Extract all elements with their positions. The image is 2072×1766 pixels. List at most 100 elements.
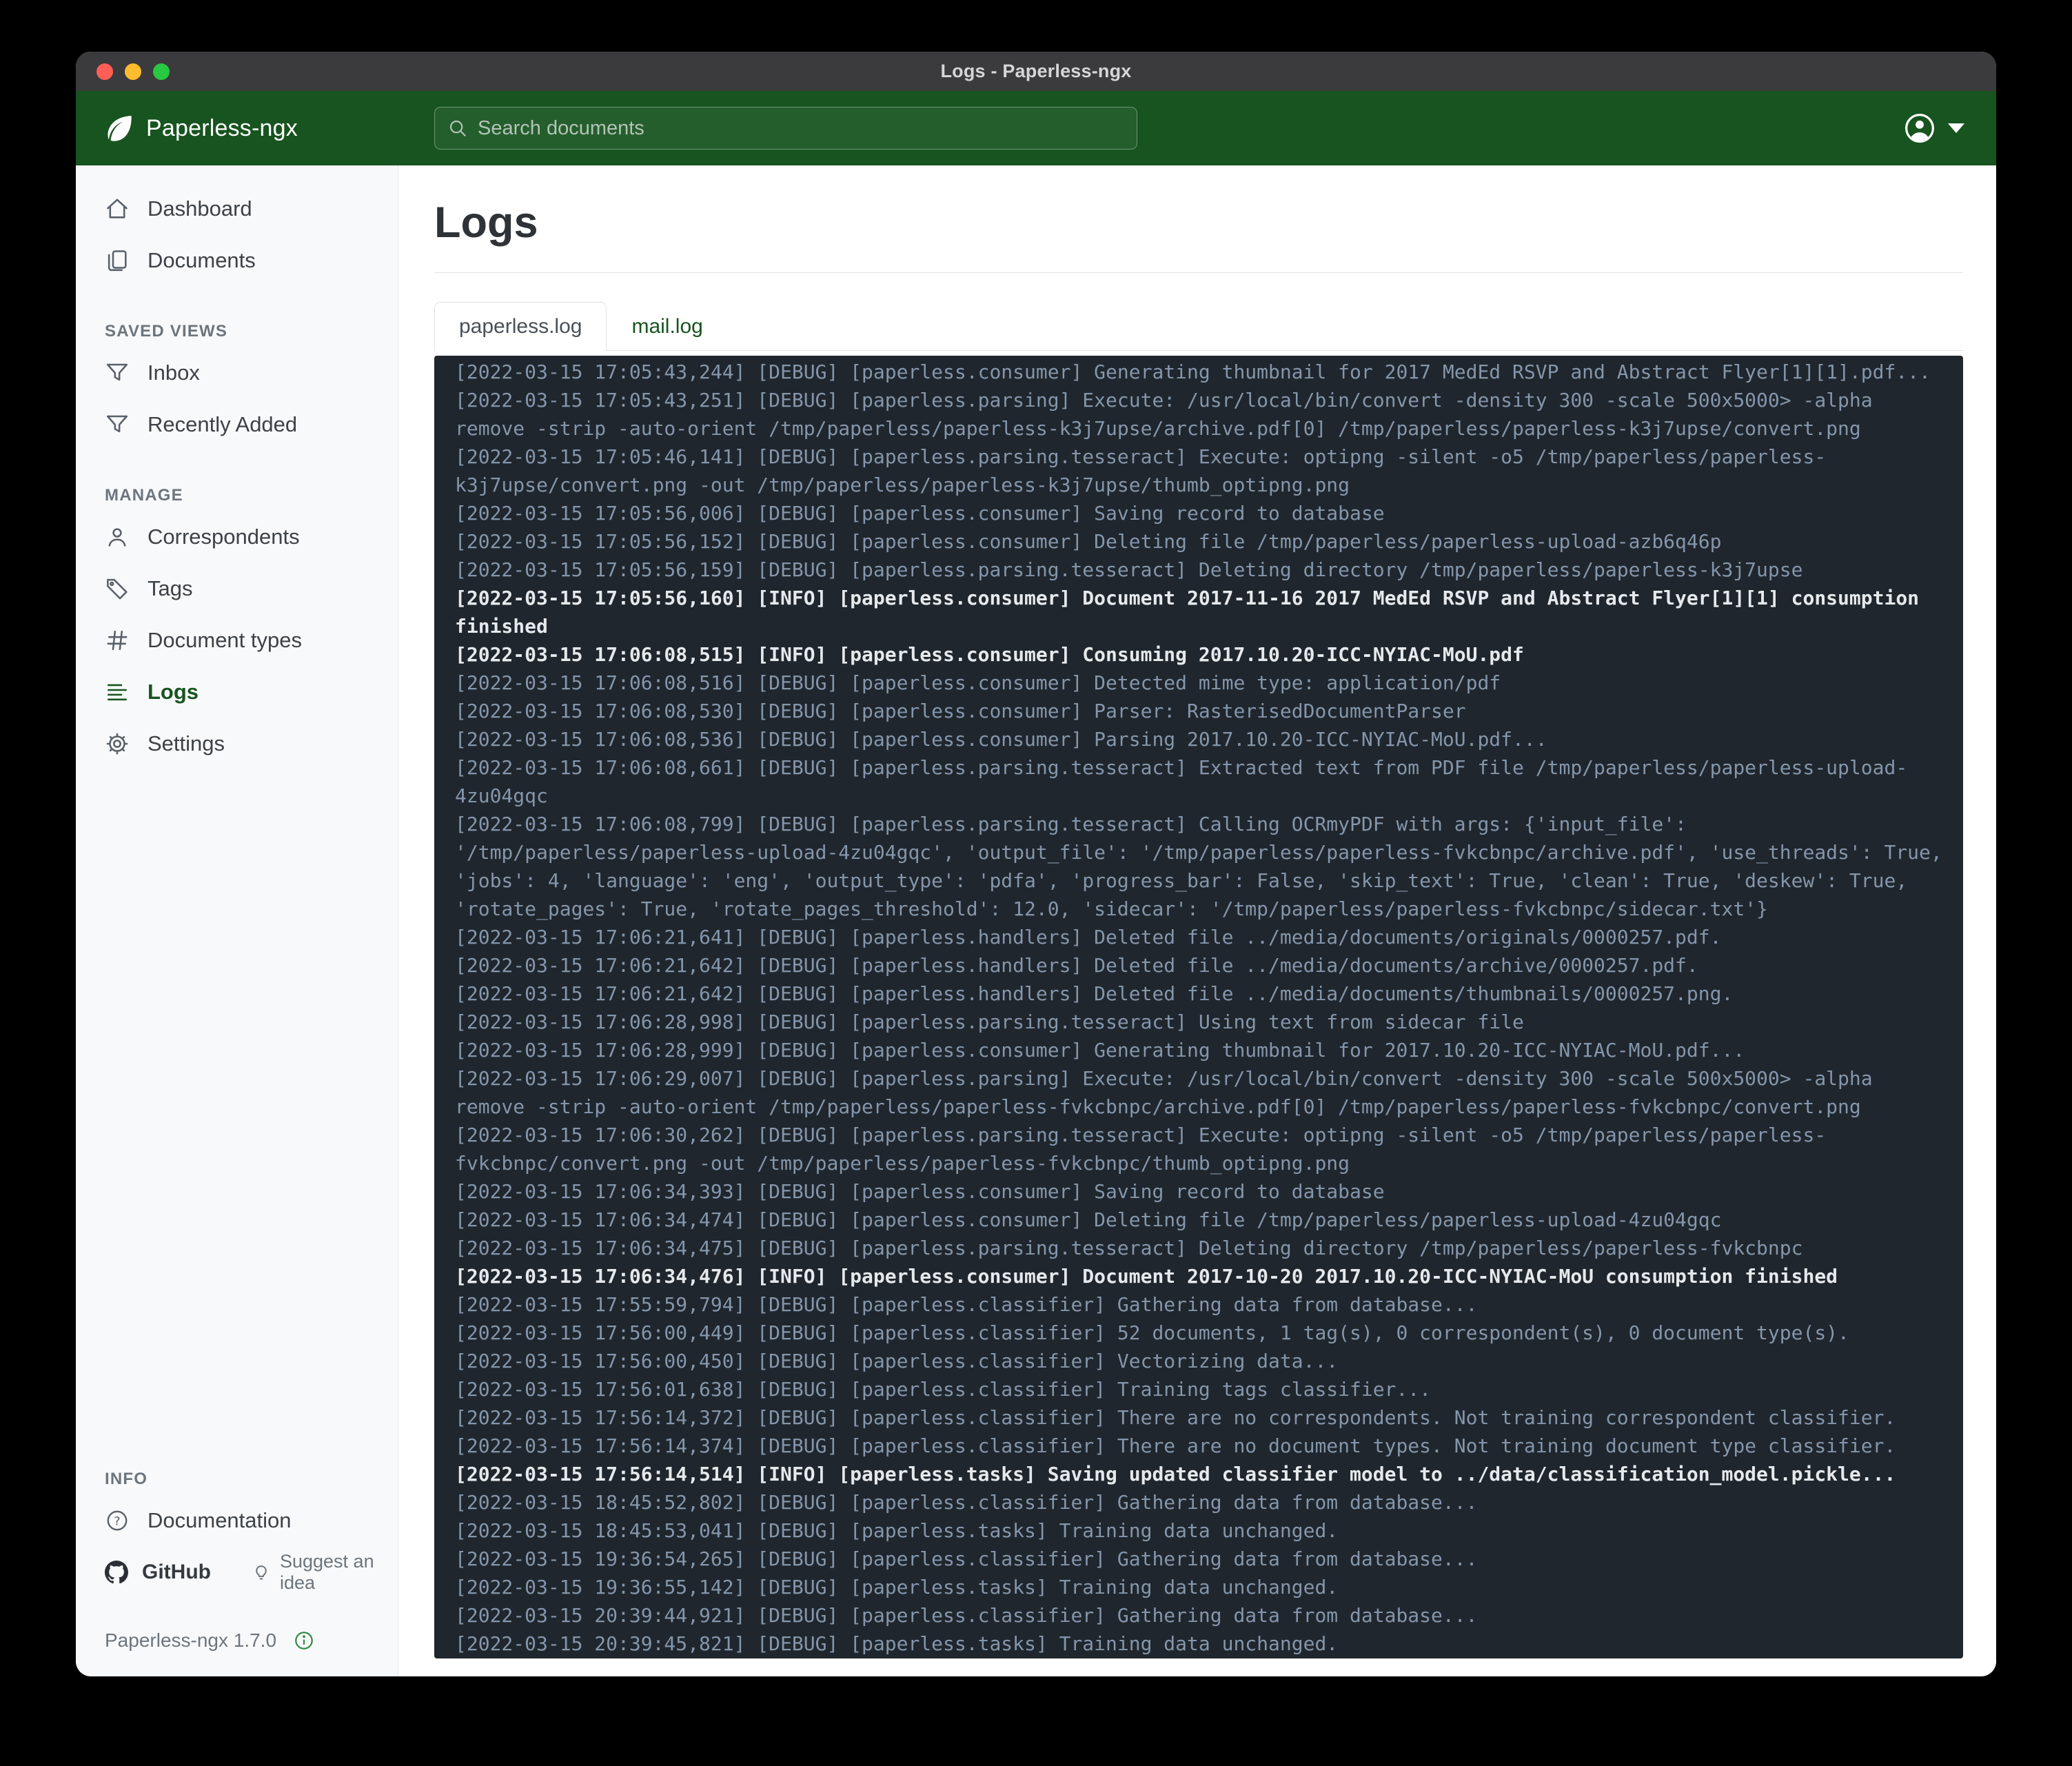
log-line: [2022-03-15 17:05:43,251] [DEBUG] [paper…: [455, 386, 1945, 443]
sidebar-item-label: Documentation: [148, 1508, 292, 1533]
version-row: Paperless-ngx 1.7.0: [105, 1630, 398, 1652]
sidebar-section-info: INFO: [105, 1470, 398, 1489]
tag-icon: [105, 576, 130, 601]
log-line: [2022-03-15 17:06:29,007] [DEBUG] [paper…: [455, 1064, 1945, 1121]
log-line: [2022-03-15 17:55:59,794] [DEBUG] [paper…: [455, 1290, 1945, 1319]
github-icon: [105, 1561, 128, 1584]
page-title: Logs: [434, 197, 1963, 249]
sidebar-item-label: Tags: [148, 576, 192, 601]
log-line: [2022-03-15 17:56:14,374] [DEBUG] [paper…: [455, 1432, 1945, 1460]
log-line: [2022-03-15 20:39:45,821] [DEBUG] [paper…: [455, 1630, 1945, 1658]
log-line: [2022-03-15 20:39:44,921] [DEBUG] [paper…: [455, 1601, 1945, 1630]
sidebar-item-settings[interactable]: Settings: [76, 718, 398, 769]
log-line: [2022-03-15 19:36:55,142] [DEBUG] [paper…: [455, 1573, 1945, 1601]
log-line: [2022-03-15 17:06:21,642] [DEBUG] [paper…: [455, 980, 1945, 1008]
log-line: [2022-03-15 17:05:56,152] [DEBUG] [paper…: [455, 527, 1945, 556]
sidebar-item-label: Documents: [148, 248, 256, 273]
brand-name: Paperless-ngx: [146, 115, 298, 142]
title-divider: [434, 272, 1963, 273]
sidebar-info-section: INFO ? Documentation: [76, 1470, 398, 1652]
sidebar-item-tags[interactable]: Tags: [76, 562, 398, 614]
log-line: [2022-03-15 17:06:21,642] [DEBUG] [paper…: [455, 951, 1945, 980]
svg-text:?: ?: [114, 1514, 120, 1528]
question-circle-icon: ?: [105, 1508, 130, 1533]
log-console[interactable]: [2022-03-15 17:05:43,244] [DEBUG] [paper…: [434, 356, 1963, 1658]
sidebar-item-inbox[interactable]: Inbox: [76, 347, 398, 398]
funnel-icon: [105, 412, 130, 437]
sidebar-item-label: Settings: [148, 731, 225, 756]
funnel-icon: [105, 361, 130, 385]
sidebar-item-document-types[interactable]: Document types: [76, 614, 398, 666]
close-button[interactable]: [97, 63, 113, 80]
log-line: [2022-03-15 18:45:52,802] [DEBUG] [paper…: [455, 1488, 1945, 1516]
github-link[interactable]: GitHub: [105, 1561, 211, 1584]
log-line: [2022-03-15 17:56:14,514] [INFO] [paperl…: [455, 1460, 1945, 1488]
log-line: [2022-03-15 17:06:30,262] [DEBUG] [paper…: [455, 1121, 1945, 1177]
log-line: [2022-03-15 17:05:56,159] [DEBUG] [paper…: [455, 556, 1945, 584]
log-line: [2022-03-15 17:06:08,536] [DEBUG] [paper…: [455, 725, 1945, 753]
log-line: [2022-03-15 17:05:43,244] [DEBUG] [paper…: [455, 358, 1945, 386]
sidebar-item-documents[interactable]: Documents: [76, 234, 398, 286]
log-line: [2022-03-15 17:56:01,638] [DEBUG] [paper…: [455, 1375, 1945, 1403]
sidebar-section-manage: MANAGE: [105, 486, 398, 505]
search-bar: [434, 107, 1137, 150]
log-line: [2022-03-15 17:05:56,160] [INFO] [paperl…: [455, 584, 1945, 640]
main-content: Logs paperless.logmail.log [2022-03-15 1…: [398, 165, 1996, 1676]
log-line: [2022-03-15 17:05:56,006] [DEBUG] [paper…: [455, 499, 1945, 527]
tab-mail-log[interactable]: mail.log: [607, 302, 727, 351]
log-line: [2022-03-15 17:06:08,515] [INFO] [paperl…: [455, 640, 1945, 669]
brand-logo-link[interactable]: Paperless-ngx: [103, 112, 298, 144]
files-icon: [105, 248, 130, 273]
suggest-idea-link[interactable]: Suggest an idea: [251, 1551, 398, 1594]
log-line: [2022-03-15 17:06:08,661] [DEBUG] [paper…: [455, 753, 1945, 810]
sidebar-item-documentation[interactable]: ? Documentation: [76, 1494, 398, 1546]
sidebar-item-label: Recently Added: [148, 412, 297, 437]
sidebar-item-correspondents[interactable]: Correspondents: [76, 511, 398, 562]
minimize-button[interactable]: [125, 63, 141, 80]
chevron-down-icon: [1948, 123, 1964, 133]
info-circle-icon[interactable]: [293, 1630, 315, 1652]
log-line: [2022-03-15 17:56:00,450] [DEBUG] [paper…: [455, 1347, 1945, 1375]
log-line: [2022-03-15 17:56:14,372] [DEBUG] [paper…: [455, 1403, 1945, 1432]
log-line: [2022-03-15 17:06:08,530] [DEBUG] [paper…: [455, 697, 1945, 725]
suggest-idea-label: Suggest an idea: [280, 1551, 398, 1594]
sidebar: Dashboard Documents SAVED VIEWS Inbox Recent…: [76, 165, 398, 1676]
log-line: [2022-03-15 17:06:34,476] [INFO] [paperl…: [455, 1262, 1945, 1290]
user-menu[interactable]: [1904, 91, 1964, 165]
log-line: [2022-03-15 17:06:08,799] [DEBUG] [paper…: [455, 810, 1945, 923]
log-line: [2022-03-15 17:06:08,516] [DEBUG] [paper…: [455, 669, 1945, 697]
titlebar: Logs - Paperless-ngx: [76, 52, 1996, 91]
sidebar-item-label: Logs: [148, 680, 199, 704]
person-icon: [105, 525, 130, 549]
sidebar-item-label: Dashboard: [148, 196, 252, 221]
search-icon: [447, 118, 468, 139]
log-line: [2022-03-15 17:06:34,475] [DEBUG] [paper…: [455, 1234, 1945, 1262]
version-text: Paperless-ngx 1.7.0: [105, 1630, 276, 1652]
log-line: [2022-03-15 17:05:46,141] [DEBUG] [paper…: [455, 443, 1945, 499]
log-line: [2022-03-15 17:06:34,393] [DEBUG] [paper…: [455, 1177, 1945, 1206]
leaf-icon: [103, 112, 135, 144]
lightbulb-icon: [251, 1562, 272, 1583]
log-body: [2022-03-15 17:05:43,244] [DEBUG] [paper…: [455, 358, 1945, 1658]
zoom-button[interactable]: [153, 63, 170, 80]
log-line: [2022-03-15 17:06:28,999] [DEBUG] [paper…: [455, 1036, 1945, 1064]
search-input[interactable]: [478, 117, 1124, 140]
sidebar-item-label: Inbox: [148, 361, 200, 385]
sidebar-item-label: Correspondents: [148, 525, 300, 549]
sidebar-links-row: GitHub Suggest an idea: [76, 1546, 398, 1598]
sidebar-nav: Dashboard Documents SAVED VIEWS Inbox Recent…: [76, 183, 398, 769]
sidebar-section-saved-views: SAVED VIEWS: [105, 322, 398, 341]
app-window: Logs - Paperless-ngx Paperless-ngx: [76, 52, 1996, 1676]
sidebar-item-logs[interactable]: Logs: [76, 666, 398, 718]
log-line: [2022-03-15 19:36:54,265] [DEBUG] [paper…: [455, 1545, 1945, 1573]
app-header: Paperless-ngx: [76, 91, 1996, 165]
sidebar-item-recently-added[interactable]: Recently Added: [76, 398, 398, 450]
log-line: [2022-03-15 18:45:53,041] [DEBUG] [paper…: [455, 1516, 1945, 1545]
sidebar-spacer: [76, 769, 398, 1470]
tab-paperless-log[interactable]: paperless.log: [434, 302, 607, 351]
sidebar-item-dashboard[interactable]: Dashboard: [76, 183, 398, 234]
hash-icon: [105, 628, 130, 653]
github-label: GitHub: [142, 1561, 211, 1584]
log-line: [2022-03-15 17:06:21,641] [DEBUG] [paper…: [455, 923, 1945, 951]
log-tabs: paperless.logmail.log: [434, 302, 1963, 351]
